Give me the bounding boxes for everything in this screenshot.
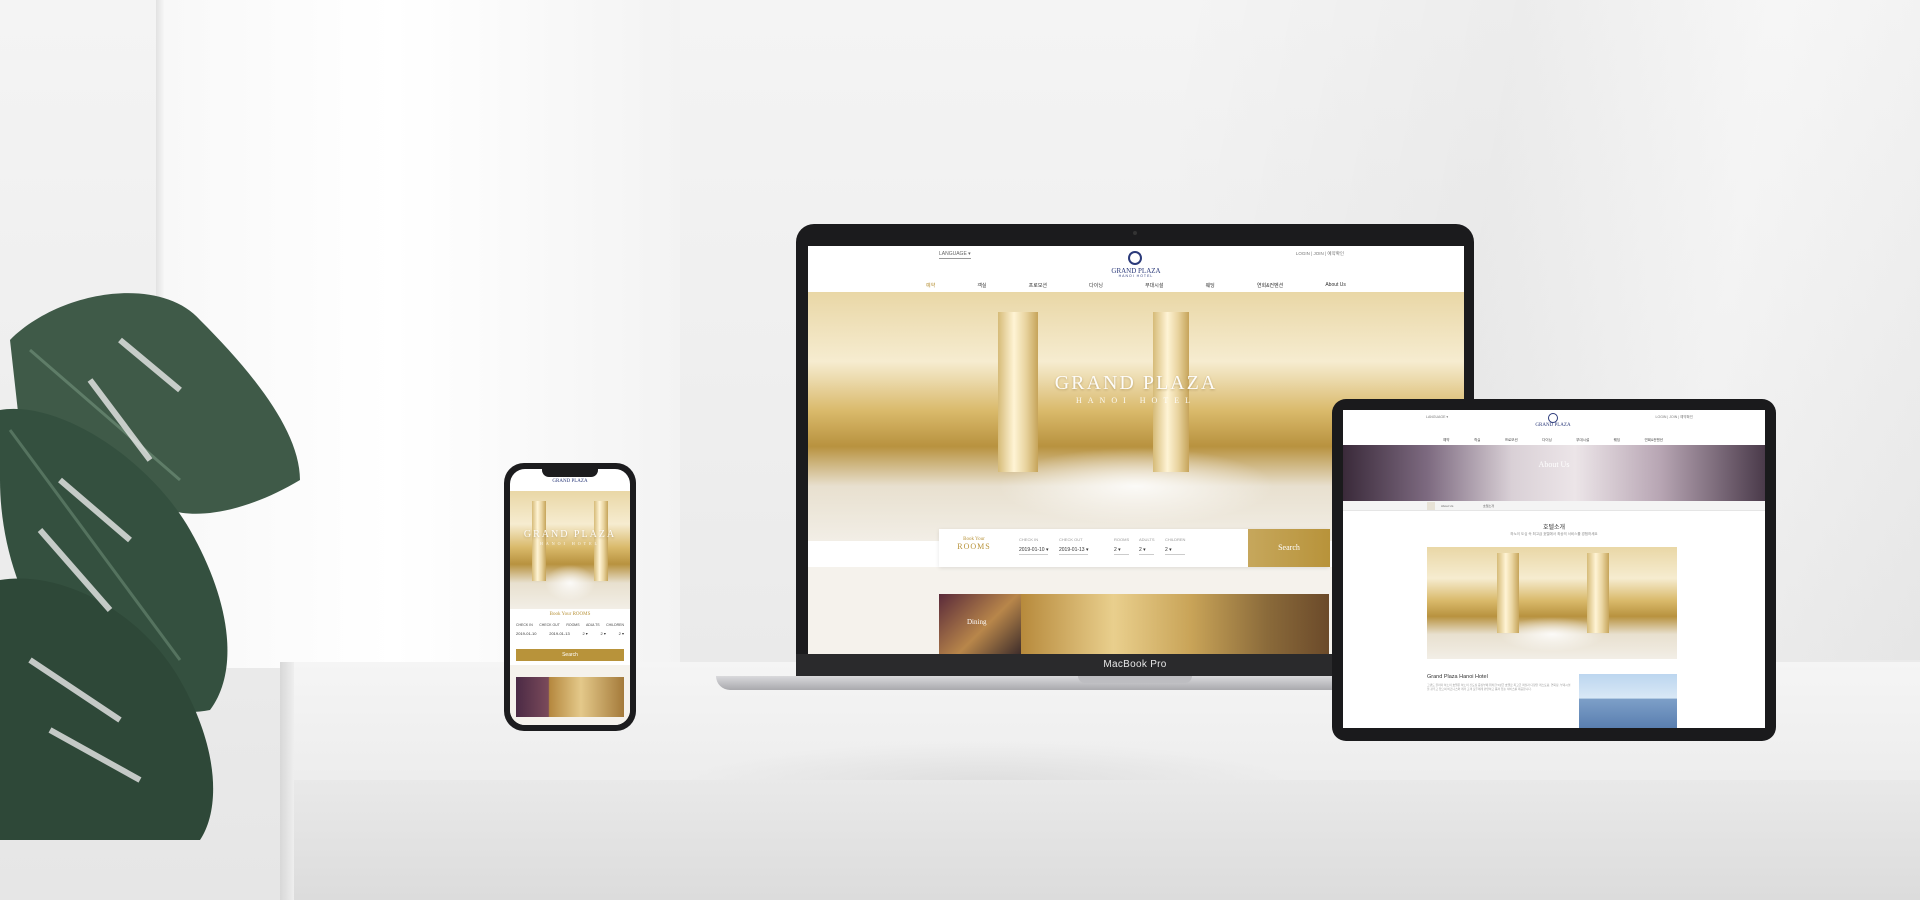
checkout-label: CHECK OUT <box>1059 537 1083 542</box>
tablet-language-selector[interactable]: LANGUAGE ▾ <box>1426 415 1448 419</box>
phone-rooms-value[interactable]: 2 ▾ <box>582 631 587 636</box>
tablet-nav-item-dining[interactable]: 다이닝 <box>1542 438 1552 443</box>
tablet-breadcrumb: About Us 호텔소개 <box>1343 501 1765 511</box>
phone-hero-title: GRAND PLAZA <box>523 529 617 540</box>
tablet-nav-item-rooms[interactable]: 객실 <box>1474 438 1480 443</box>
phone-booking-title: Book Your ROOMS <box>549 612 591 617</box>
phone-thumbnails[interactable] <box>516 677 624 717</box>
tablet-section-paragraph: 그랜드 플라자 하노이 호텔은 하노이 신도심 중심부에 위치한 5성급 호텔로… <box>1427 683 1571 691</box>
tablet-nav-item-banquet[interactable]: 연회&컨벤션 <box>1645 438 1663 443</box>
tablet-breadcrumb-2[interactable]: 호텔소개 <box>1483 504 1494 508</box>
nav-item-wedding[interactable]: 웨딩 <box>1206 282 1215 289</box>
rooms-value[interactable]: 2 ▾ <box>1114 547 1130 555</box>
language-selector[interactable]: LANGUAGE ▾ <box>939 251 971 259</box>
tablet-nav-item-facilities[interactable]: 부대시설 <box>1576 438 1589 443</box>
tablet-nav-item-reserve[interactable]: 예약 <box>1443 438 1449 443</box>
hero-title: GRAND PLAZA <box>1054 372 1218 394</box>
nav-item-banquet[interactable]: 연회&컨벤션 <box>1257 282 1283 289</box>
pillar <box>1497 553 1519 633</box>
phone-notch <box>542 469 598 477</box>
banquet-thumbnail[interactable] <box>1021 594 1329 654</box>
phone-hero-subtitle: HANOI HOTEL <box>540 541 600 546</box>
nav-item-dining[interactable]: 다이닝 <box>1089 282 1103 289</box>
search-button[interactable]: Search <box>1248 529 1330 567</box>
laptop-model-label: MacBook Pro <box>1103 659 1167 670</box>
tablet-building-image <box>1579 674 1677 728</box>
tablet-section-title: Grand Plaza Hanoi Hotel <box>1427 674 1488 680</box>
tablet-breadcrumb-1[interactable]: About Us <box>1441 504 1453 508</box>
tablet-page-heading: 호텔소개 <box>1542 525 1566 531</box>
adults-field[interactable]: ADULTS 2 ▾ <box>1139 537 1155 555</box>
booking-title: Book Your ROOMS <box>949 537 999 551</box>
pillar <box>1587 553 1609 633</box>
phone-hotel-logo[interactable]: GRAND PLAZA <box>510 479 630 484</box>
phone-children-label: CHILDREN <box>606 623 624 627</box>
marble-counter-front <box>288 780 1920 900</box>
checkout-value[interactable]: 2019-01-13 ▾ <box>1059 547 1089 555</box>
tablet-banner-image <box>1343 445 1765 501</box>
phone-screen: GRAND PLAZA GRAND PLAZA HANOI HOTEL Book… <box>510 469 630 725</box>
booking-title-big: ROOMS <box>957 542 991 551</box>
phone-hero-image: GRAND PLAZA HANOI HOTEL <box>510 491 630 609</box>
checkin-label: CHECK IN <box>1019 537 1039 542</box>
rooms-field[interactable]: ROOMS 2 ▾ <box>1114 537 1130 555</box>
dining-thumbnail[interactable]: Dining <box>939 594 1021 654</box>
checkin-field[interactable]: CHECK IN 2019-01-10 ▾ <box>1019 537 1049 555</box>
phone-rooms-label: ROOMS <box>566 623 580 627</box>
adults-value[interactable]: 2 ▾ <box>1139 547 1155 555</box>
hotel-logo-icon[interactable] <box>1128 251 1142 265</box>
tablet-main-nav: 예약 객실 프로모션 다이닝 부대시설 웨딩 연회&컨벤션 <box>1443 438 1663 443</box>
children-value[interactable]: 2 ▾ <box>1165 547 1186 555</box>
adults-label: ADULTS <box>1139 537 1155 542</box>
phone-adults-label: ADULTS <box>586 623 600 627</box>
rooms-label: ROOMS <box>1114 537 1130 542</box>
laptop-site-header: LANGUAGE ▾ LOGIN | JOIN | 예약확인 GRAND PLA… <box>808 246 1464 292</box>
tablet-util-links[interactable]: LOGIN | JOIN | 예약확인 <box>1656 415 1693 420</box>
laptop-notch <box>1078 676 1192 683</box>
laptop-camera <box>1133 231 1137 235</box>
nav-item-facilities[interactable]: 부대시설 <box>1145 282 1163 289</box>
main-nav: 예약 객실 프로모션 다이닝 부대시설 웨딩 연회&컨벤션 About Us <box>926 282 1346 289</box>
phone-children-value[interactable]: 2 ▾ <box>619 631 624 636</box>
phone-booking-values: 2019-01-10 2019-01-13 2 ▾ 2 ▾ 2 ▾ <box>516 631 624 636</box>
children-label: CHILDREN <box>1165 537 1186 542</box>
monstera-plant-image <box>0 293 300 840</box>
tablet-nav-item-wedding[interactable]: 웨딩 <box>1614 438 1620 443</box>
tablet-page-subheading: 하노이 도심 속 최고급 호텔에서 최상의 서비스를 경험하세요 <box>1510 532 1598 536</box>
nav-item-rooms[interactable]: 객실 <box>977 282 986 289</box>
phone-adults-value[interactable]: 2 ▾ <box>601 631 606 636</box>
util-links[interactable]: LOGIN | JOIN | 예약확인 <box>1296 251 1344 257</box>
nav-item-about[interactable]: About Us <box>1325 282 1346 289</box>
phone-booking-labels: CHECK IN CHECK OUT ROOMS ADULTS CHILDREN <box>516 623 624 627</box>
tablet-lobby-image <box>1427 547 1677 659</box>
dining-thumbnail-label: Dining <box>967 618 987 626</box>
mockup-scene: LANGUAGE ▾ LOGIN | JOIN | 예약확인 GRAND PLA… <box>0 0 1920 900</box>
nav-item-reserve[interactable]: 예약 <box>926 282 935 289</box>
children-field[interactable]: CHILDREN 2 ▾ <box>1165 537 1186 555</box>
phone-checkin-label: CHECK IN <box>516 623 533 627</box>
phone-checkout-value[interactable]: 2019-01-13 <box>549 631 569 636</box>
hotel-logo-sub: HANOI HOTEL <box>1118 274 1154 278</box>
nav-item-promotion[interactable]: 프로모션 <box>1029 282 1047 289</box>
tablet-nav-item-promotion[interactable]: 프로모션 <box>1505 438 1518 443</box>
home-icon[interactable] <box>1427 502 1435 510</box>
tablet-banner-title: About Us <box>1538 460 1570 469</box>
checkout-field[interactable]: CHECK OUT 2019-01-13 ▾ <box>1059 537 1089 555</box>
phone-checkout-label: CHECK OUT <box>539 623 560 627</box>
tablet-hotel-logo[interactable]: GRAND PLAZA <box>1513 423 1593 428</box>
checkin-value[interactable]: 2019-01-10 ▾ <box>1019 547 1049 555</box>
tablet-hotel-logo-icon[interactable] <box>1548 413 1558 423</box>
phone-search-button[interactable]: Search <box>516 649 624 661</box>
phone-checkin-value[interactable]: 2019-01-10 <box>516 631 536 636</box>
tablet-screen: LANGUAGE ▾ LOGIN | JOIN | 예약확인 GRAND PLA… <box>1343 410 1765 728</box>
